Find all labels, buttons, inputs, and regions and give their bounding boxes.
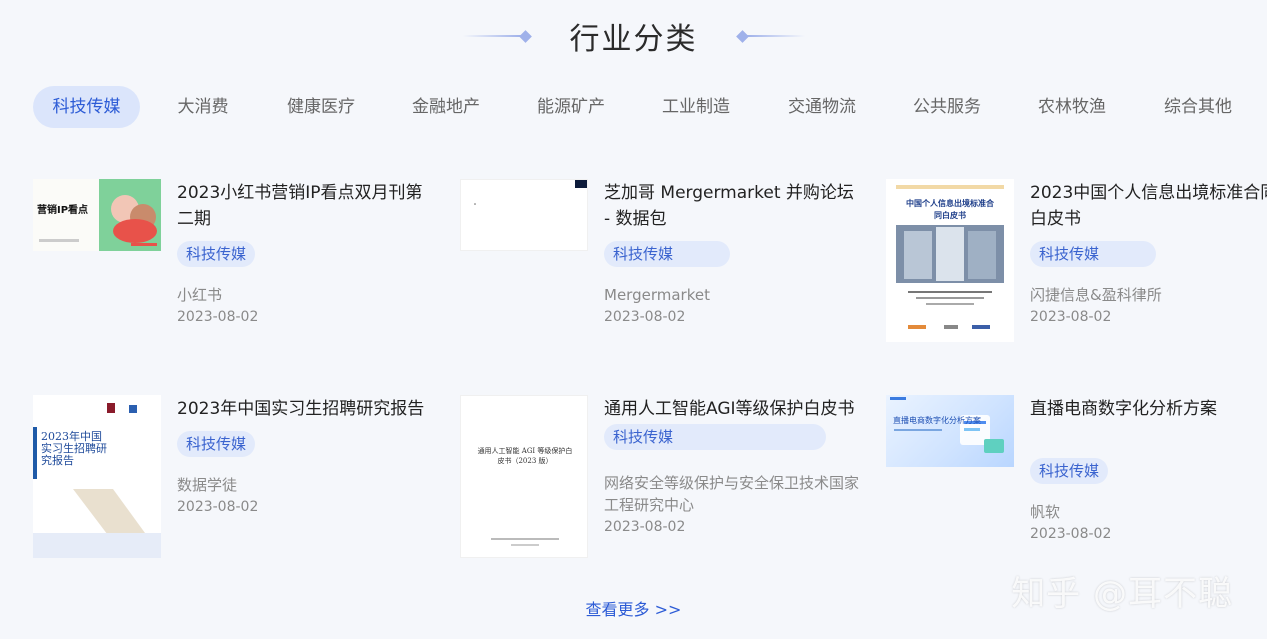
report-info: 2023中国个人信息出境标准合同白皮书 科技传媒 闪捷信息&盈科律所 2023-… <box>1030 179 1267 328</box>
cover-title: 通用人工智能 AGI 等级保护白皮书（2023 版） <box>477 447 573 465</box>
report-info: 芝加哥 Mergermarket 并购论坛 - 数据包 科技传媒 Mergerm… <box>604 179 860 328</box>
report-info: 通用人工智能AGI等级保护白皮书 科技传媒 网络安全等级保护与安全保卫技术国家工… <box>604 395 860 538</box>
report-title[interactable]: 直播电商数字化分析方案 <box>1030 396 1267 422</box>
report-date: 2023-08-02 <box>604 309 686 325</box>
report-card[interactable]: 芝加哥 Mergermarket 并购论坛 - 数据包 科技传媒 Mergerm… <box>460 179 860 359</box>
report-card[interactable]: 中国个人信息出境标准合同白皮书 2023中国个人信息出境标准合同白皮书 科技传媒… <box>886 179 1267 359</box>
title-decoration-left <box>462 29 532 43</box>
tab-transport-logistics[interactable]: 交通物流 <box>772 86 872 128</box>
report-source: 小红书 <box>177 286 223 304</box>
report-title[interactable]: 通用人工智能AGI等级保护白皮书 <box>604 396 860 422</box>
report-card[interactable]: 直播电商数字化分析方案 直播电商数字化分析方案 科技传媒 帆软 2023-08-… <box>886 395 1267 575</box>
cover-title: 2023年中国实习生招聘研究报告 <box>41 430 107 467</box>
report-cover[interactable]: 通用人工智能 AGI 等级保护白皮书（2023 版） <box>460 395 588 558</box>
report-info: 2023年中国实习生招聘研究报告 科技传媒 数据学徒 2023-08-02 <box>177 395 433 518</box>
tab-healthcare[interactable]: 健康医疗 <box>271 86 371 128</box>
report-date: 2023-08-02 <box>177 309 259 325</box>
category-tabs: 科技传媒 大消费 健康医疗 金融地产 能源矿产 工业制造 交通物流 公共服务 农… <box>33 86 1247 128</box>
report-source: Mergermarket <box>604 286 710 304</box>
tab-tech-media[interactable]: 科技传媒 <box>33 86 140 128</box>
report-cover[interactable]: 直播电商数字化分析方案 <box>886 395 1014 467</box>
tab-other[interactable]: 综合其他 <box>1148 86 1248 128</box>
tab-energy-mining[interactable]: 能源矿产 <box>521 86 621 128</box>
cover-title: 直播电商数字化分析方案 <box>893 416 981 425</box>
tab-agriculture[interactable]: 农林牧渔 <box>1022 86 1122 128</box>
report-source: 帆软 <box>1030 503 1061 521</box>
report-date: 2023-08-02 <box>1030 309 1112 325</box>
tab-public-service[interactable]: 公共服务 <box>897 86 997 128</box>
cover-title: 中国个人信息出境标准合同白皮书 <box>906 198 994 220</box>
tab-consumer[interactable]: 大消费 <box>150 86 256 128</box>
report-info: 直播电商数字化分析方案 科技传媒 帆软 2023-08-02 <box>1030 395 1267 545</box>
report-cover[interactable]: 2023年中国实习生招聘研究报告 <box>33 395 161 558</box>
tab-industrial[interactable]: 工业制造 <box>646 86 746 128</box>
report-info: 2023小红书营销IP看点双月刊第二期 科技传媒 小红书 2023-08-02 <box>177 179 433 328</box>
report-title[interactable]: 2023年中国实习生招聘研究报告 <box>177 396 433 422</box>
watermark: 知乎 @耳不聪 <box>1011 574 1233 614</box>
report-tag[interactable]: 科技传媒 <box>177 431 256 457</box>
title-decoration-right <box>735 29 805 43</box>
report-card[interactable]: 2023年中国实习生招聘研究报告 2023年中国实习生招聘研究报告 科技传媒 数… <box>33 395 433 575</box>
report-tag[interactable]: 科技传媒 <box>1030 241 1156 267</box>
report-cover[interactable]: 中国个人信息出境标准合同白皮书 <box>886 179 1014 342</box>
report-tag[interactable]: 科技传媒 <box>177 241 256 267</box>
report-title[interactable]: 2023中国个人信息出境标准合同白皮书 <box>1030 180 1267 232</box>
report-cover[interactable]: 营销IP看点 <box>33 179 161 251</box>
section-header: 行业分类 <box>0 14 1267 58</box>
report-source: 网络安全等级保护与安全保卫技术国家工程研究中心 <box>604 474 860 514</box>
report-tag[interactable]: 科技传媒 <box>604 241 730 267</box>
report-card[interactable]: 营销IP看点 2023小红书营销IP看点双月刊第二期 科技传媒 小红书 2023… <box>33 179 433 359</box>
report-title[interactable]: 芝加哥 Mergermarket 并购论坛 - 数据包 <box>604 180 860 232</box>
report-cover[interactable] <box>460 179 588 251</box>
report-date: 2023-08-02 <box>177 499 259 515</box>
report-card[interactable]: 通用人工智能 AGI 等级保护白皮书（2023 版） 通用人工智能AGI等级保护… <box>460 395 860 575</box>
section-title: 行业分类 <box>569 22 698 57</box>
report-tag[interactable]: 科技传媒 <box>1030 458 1109 484</box>
report-date: 2023-08-02 <box>1030 526 1112 542</box>
tab-finance-realestate[interactable]: 金融地产 <box>396 86 496 128</box>
report-title[interactable]: 2023小红书营销IP看点双月刊第二期 <box>177 180 433 232</box>
report-tag[interactable]: 科技传媒 <box>604 424 826 450</box>
report-date: 2023-08-02 <box>604 519 686 535</box>
report-source: 数据学徒 <box>177 476 238 494</box>
report-source: 闪捷信息&盈科律所 <box>1030 286 1162 304</box>
cover-title: 营销IP看点 <box>37 205 89 216</box>
